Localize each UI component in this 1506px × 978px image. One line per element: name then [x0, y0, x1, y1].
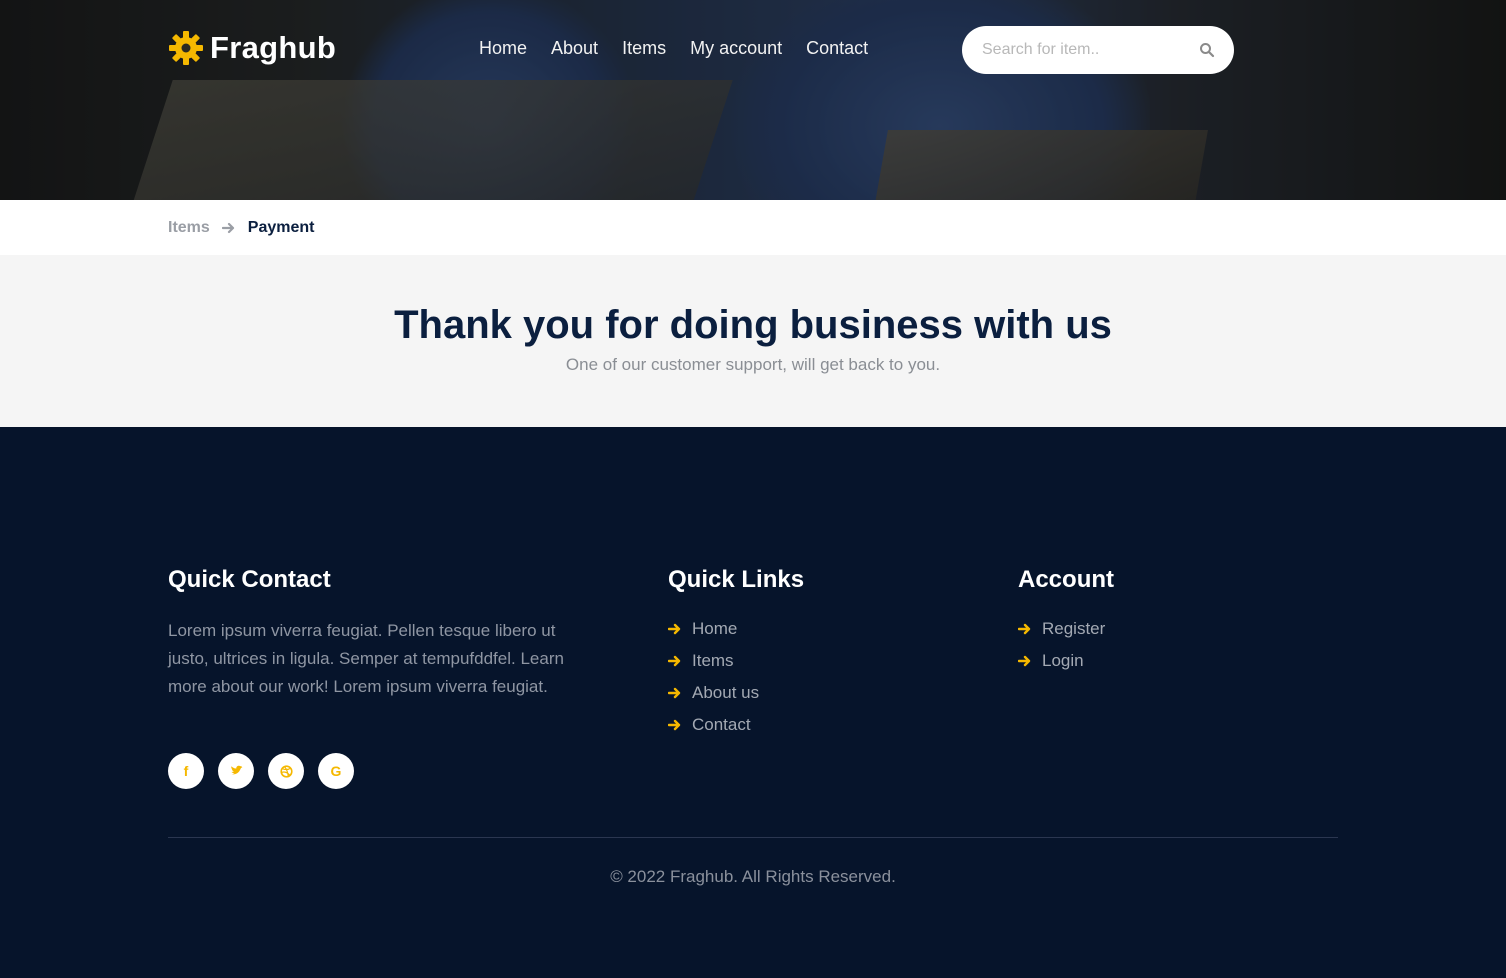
twitter-icon [230, 765, 242, 775]
breadcrumb-current: Payment [247, 219, 315, 236]
quick-contact-title: Quick Contact [168, 566, 331, 593]
quick-link-label: About us [692, 683, 760, 702]
google-icon: G [330, 763, 342, 779]
quick-link-items[interactable]: Items [668, 645, 759, 677]
brand-logo[interactable]: Fraghub [168, 30, 336, 66]
nav-my-account[interactable]: My account [690, 38, 782, 59]
quick-links-list: Home Items About us Contact [668, 613, 759, 741]
account-link-label: Login [1042, 651, 1084, 670]
quick-link-home[interactable]: Home [668, 613, 759, 645]
quick-link-contact[interactable]: Contact [668, 709, 759, 741]
main-nav: Home About Items My account Contact [479, 38, 868, 59]
quick-link-label: Items [692, 651, 734, 670]
account-link-label: Register [1042, 619, 1106, 638]
arrow-right-icon [221, 222, 234, 234]
dribbble-icon [279, 764, 293, 778]
nav-items[interactable]: Items [622, 38, 666, 59]
arrow-right-icon [1018, 623, 1031, 635]
arrow-right-icon [668, 655, 681, 667]
thank-you-section: Thank you for doing business with us One… [0, 255, 1506, 427]
arrow-right-icon [668, 687, 681, 699]
account-link-login[interactable]: Login [1018, 645, 1105, 677]
footer: Quick Contact Lorem ipsum viverra feugia… [0, 427, 1506, 978]
quick-links-title: Quick Links [668, 566, 805, 593]
breadcrumb-items[interactable]: Items [168, 219, 210, 237]
nav-home[interactable]: Home [479, 38, 527, 59]
hero-banner: Fraghub Home About Items My account Cont… [0, 0, 1506, 200]
account-links-list: Register Login [1018, 613, 1105, 677]
footer-divider [168, 837, 1338, 838]
facebook-icon: f [183, 763, 189, 779]
search-input[interactable] [982, 38, 1182, 62]
quick-link-about-us[interactable]: About us [668, 677, 759, 709]
page-subtitle: One of our customer support, will get ba… [565, 355, 941, 374]
twitter-link[interactable] [218, 753, 254, 789]
copyright: © 2022 Fraghub. All Rights Reserved. [610, 867, 896, 886]
nav-contact[interactable]: Contact [806, 38, 868, 59]
arrow-right-icon [1018, 655, 1031, 667]
facebook-link[interactable]: f [168, 753, 204, 789]
social-links: f G [168, 753, 354, 789]
quick-link-label: Contact [692, 715, 751, 734]
page-title: Thank you for doing business with us [394, 303, 1112, 347]
dribbble-link[interactable] [268, 753, 304, 789]
quick-link-label: Home [692, 619, 738, 638]
gear-icon [169, 31, 203, 65]
account-title: Account [1018, 566, 1114, 593]
breadcrumb: Items Payment [0, 200, 1506, 255]
brand-name: Fraghub [210, 30, 337, 65]
search-box [962, 26, 1234, 74]
search-icon[interactable] [1199, 42, 1215, 58]
arrow-right-icon [668, 719, 681, 731]
nav-about[interactable]: About [551, 38, 598, 59]
quick-contact-text: Lorem ipsum viverra feugiat. Pellen tesq… [168, 621, 564, 696]
account-link-register[interactable]: Register [1018, 613, 1105, 645]
arrow-right-icon [668, 623, 681, 635]
google-link[interactable]: G [318, 753, 354, 789]
